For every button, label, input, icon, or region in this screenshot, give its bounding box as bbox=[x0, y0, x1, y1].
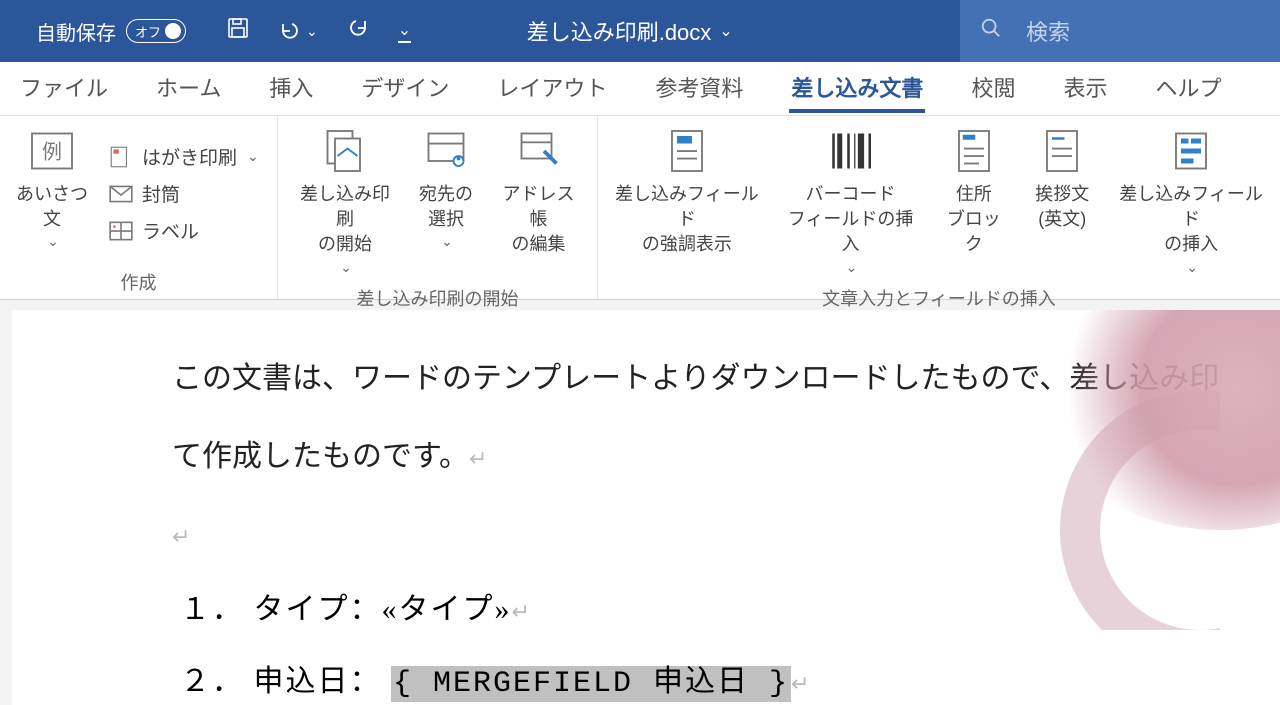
group-label-create: 作成 bbox=[10, 265, 267, 295]
greeting-text-button[interactable]: 例 あいさつ 文 ⌄ bbox=[10, 122, 94, 265]
tab-home[interactable]: ホーム bbox=[154, 65, 223, 113]
tab-file[interactable]: ファイル bbox=[18, 65, 110, 113]
ribbon-group-start: 差し込み印刷 の開始⌄ 宛先の 選択⌄ アドレス帳 の編集 差し込み印刷の開始 bbox=[278, 116, 598, 299]
search-placeholder: 検索 bbox=[1026, 15, 1070, 47]
insert-barcode-button[interactable]: バーコード フィールドの挿入⌄ bbox=[780, 122, 922, 281]
autosave-off-pill[interactable]: オフ bbox=[126, 19, 186, 43]
save-icon[interactable] bbox=[226, 16, 250, 46]
greeting-line-icon bbox=[1037, 126, 1087, 176]
start-mail-merge-button[interactable]: 差し込み印刷 の開始⌄ bbox=[288, 122, 402, 281]
title-bar: 自動保存 オフ ⌄ ⌄ 差し込み印刷.docx ⌄ 検索 bbox=[0, 0, 1280, 62]
envelope-icon bbox=[108, 181, 134, 207]
autosave-toggle[interactable]: 自動保存 オフ bbox=[0, 17, 186, 46]
tab-help[interactable]: ヘルプ bbox=[1153, 65, 1223, 113]
envelope-button[interactable]: 封筒 bbox=[102, 178, 265, 209]
document-title[interactable]: 差し込み印刷.docx ⌄ bbox=[527, 15, 733, 47]
paragraph-mark-icon: ↵ bbox=[791, 671, 811, 696]
tab-insert[interactable]: 挿入 bbox=[267, 65, 315, 113]
ribbon-group-create: 例 あいさつ 文 ⌄ はがき印刷⌄ 封筒 ラベル 作成 bbox=[0, 116, 278, 299]
merge-field-code-selected[interactable]: { MERGEFIELD 申込日 } bbox=[391, 666, 791, 702]
search-box[interactable]: 検索 bbox=[960, 0, 1280, 62]
paragraph-mark-icon: ↵ bbox=[469, 446, 487, 471]
address-block-button[interactable]: 住所 ブロック bbox=[935, 122, 1012, 281]
tab-review[interactable]: 校閲 bbox=[969, 65, 1017, 113]
document-area: この文書は、ワードのテンプレートよりダウンロードしたもので、差し込み印 て作成し… bbox=[0, 300, 1280, 705]
tab-view[interactable]: 表示 bbox=[1061, 65, 1109, 113]
quick-access-toolbar: ⌄ ⌄ bbox=[186, 16, 411, 46]
redo-icon[interactable] bbox=[346, 16, 370, 46]
search-icon bbox=[980, 17, 1002, 45]
barcode-icon bbox=[826, 126, 876, 176]
merge-field-type[interactable]: «タイプ» bbox=[382, 593, 512, 626]
start-merge-icon bbox=[320, 126, 370, 176]
hagaki-icon bbox=[108, 144, 134, 170]
insert-merge-field-button[interactable]: 差し込みフィールド の挿入⌄ bbox=[1112, 122, 1270, 281]
ribbon: 例 あいさつ 文 ⌄ はがき印刷⌄ 封筒 ラベル 作成 bbox=[0, 116, 1280, 300]
hagaki-print-button[interactable]: はがき印刷⌄ bbox=[102, 141, 265, 172]
label-icon bbox=[108, 218, 134, 244]
document-page[interactable]: この文書は、ワードのテンプレートよりダウンロードしたもので、差し込み印 て作成し… bbox=[12, 310, 1280, 705]
svg-text:例: 例 bbox=[42, 141, 62, 164]
paragraph-mark-icon: ↵ bbox=[172, 524, 190, 549]
undo-icon[interactable]: ⌄ bbox=[278, 19, 318, 43]
group-label-start: 差し込み印刷の開始 bbox=[288, 281, 587, 311]
list-item-2[interactable]: ２． 申込日： { MERGEFIELD 申込日 }↵ bbox=[172, 646, 1280, 705]
greeting-icon: 例 bbox=[27, 126, 77, 176]
tab-references[interactable]: 参考資料 bbox=[653, 65, 745, 113]
labels-button[interactable]: ラベル bbox=[102, 215, 265, 246]
customize-qat-icon[interactable]: ⌄ bbox=[398, 20, 411, 43]
greeting-line-button[interactable]: 挨拶文 (英文) bbox=[1026, 122, 1098, 281]
highlight-merge-fields-button[interactable]: 差し込みフィールド の強調表示 bbox=[608, 122, 766, 281]
insert-field-icon bbox=[1166, 126, 1216, 176]
tab-design[interactable]: デザイン bbox=[359, 65, 451, 113]
autosave-label: 自動保存 bbox=[36, 17, 116, 46]
ribbon-tabs: ファイル ホーム 挿入 デザイン レイアウト 参考資料 差し込み文書 校閲 表示… bbox=[0, 62, 1280, 116]
chevron-down-icon: ⌄ bbox=[719, 21, 732, 41]
recipients-icon bbox=[421, 126, 471, 176]
address-block-icon bbox=[949, 126, 999, 176]
highlight-fields-icon bbox=[662, 126, 712, 176]
edit-list-icon bbox=[514, 126, 564, 176]
group-label-write: 文章入力とフィールドの挿入 bbox=[608, 281, 1270, 311]
select-recipients-button[interactable]: 宛先の 選択⌄ bbox=[410, 122, 482, 281]
edit-recipient-list-button[interactable]: アドレス帳 の編集 bbox=[490, 122, 587, 281]
tab-mailings[interactable]: 差し込み文書 bbox=[789, 65, 925, 113]
paragraph-mark-icon: ↵ bbox=[512, 599, 532, 624]
ribbon-group-write: 差し込みフィールド の強調表示 バーコード フィールドの挿入⌄ 住所 ブロック … bbox=[598, 116, 1280, 299]
tab-layout[interactable]: レイアウト bbox=[495, 65, 609, 113]
